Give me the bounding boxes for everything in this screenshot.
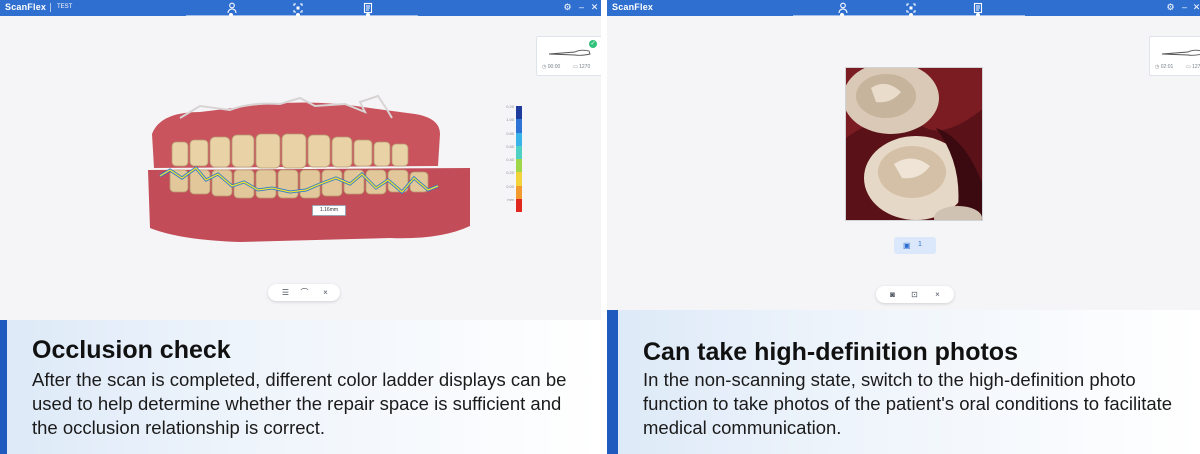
scan-time-value: 02:01 [1160,64,1174,70]
layers-icon[interactable]: ☰ [280,287,291,298]
scan-time: ◷ 02:01 [1155,64,1174,70]
scan-time-value: 00:00 [547,64,561,70]
caption-body: In the non-scanning state, switch to the… [643,369,1173,438]
photo-count: 1 [918,241,922,248]
settings-icon[interactable]: ⚙ [562,2,573,13]
scale-label: 0.60 [506,143,514,149]
minimize-icon[interactable]: – [1179,2,1190,13]
frame-count: ▭ 1270 [573,64,591,70]
color-scale-segment [516,172,522,186]
accent-bar [0,320,7,454]
scale-label: 0.40 [506,157,514,163]
caption-title: Can take high-definition photos [643,338,1018,366]
scanner-wand-icon [548,49,591,56]
scanner-status-card: ✓ ◷ 00:00 ▭ 1270 [536,36,601,76]
accent-bar [607,310,618,454]
scanner-status-card: ◷ 02:01 ▭ 1276 [1149,36,1200,76]
caption-title: Occlusion check [32,336,231,364]
scanner-wand-icon [1161,49,1200,56]
project-name: TEST [57,4,73,10]
color-scale-labels: 0.20 1.00 0.80 0.60 0.40 0.20 0.00 mm [500,104,514,210]
scale-label: 0.20 [506,170,514,176]
caption-banner: Occlusion check After the scan is comple… [0,320,601,454]
close-window-icon[interactable]: ✕ [1191,2,1200,13]
photo-panel: ScanFlex ⚙ – ✕ ◷ 02:01 ▭ 1276 [607,0,1200,454]
intraoral-photo[interactable] [845,67,983,221]
app-name: ScanFlex [5,2,47,12]
photo-counter[interactable]: ▣ 1 [894,237,936,254]
3d-viewport[interactable]: ✓ ◷ 00:00 ▭ 1270 1.16mm 0.20 1.00 0.80 0… [0,16,601,320]
app-name: ScanFlex [612,2,654,12]
caption-banner: Can take high-definition photos In the n… [607,310,1200,454]
view-toolbar: ☰ ⌒ × [268,284,340,301]
scale-label: 1.00 [506,117,514,123]
close-window-icon[interactable]: ✕ [589,2,600,13]
close-icon[interactable]: × [320,287,331,298]
color-scale-segment [516,132,522,146]
camera-icon[interactable]: ◙ [887,289,898,300]
photo-toolbar: ◙ ⊡ × [876,286,954,303]
connected-check-icon: ✓ [589,40,597,48]
scale-label: 0.00 [506,183,514,189]
scale-label: 0.80 [506,130,514,136]
frame-count-value: 1270 [579,64,591,70]
title-separator [50,3,51,12]
color-scale-segment [516,198,522,212]
close-icon[interactable]: × [932,289,943,300]
photo-image [846,68,982,220]
focus-icon[interactable]: ⊡ [909,289,920,300]
caption-body: After the scan is completed, different c… [32,369,567,438]
jaw-icon[interactable]: ⌒ [299,287,310,298]
frame-count-value: 1276 [1192,64,1200,70]
occlusion-panel: ScanFlex TEST ⚙ – ✕ ✓ ◷ 00:00 ▭ 1270 1.1… [0,0,601,454]
scale-label: mm [507,197,514,203]
color-scale-segment [516,145,522,159]
color-scale-segment [516,159,522,173]
scan-time: ◷ 00:00 [542,64,561,70]
scale-label: 0.20 [506,104,514,109]
title-bar: ScanFlex ⚙ – ✕ [607,0,1200,17]
measurement-label: 1.16mm [312,205,346,216]
minimize-icon[interactable]: – [576,2,587,13]
settings-icon[interactable]: ⚙ [1165,2,1176,13]
title-bar: ScanFlex TEST ⚙ – ✕ [0,0,601,17]
dental-model[interactable] [140,94,480,254]
image-icon: ▣ [903,241,911,250]
color-scale-bar [516,106,524,212]
color-scale-segment [516,106,522,120]
frame-count: ▭ 1276 [1186,64,1200,70]
color-scale-segment [516,185,522,199]
color-scale-segment [516,119,522,133]
